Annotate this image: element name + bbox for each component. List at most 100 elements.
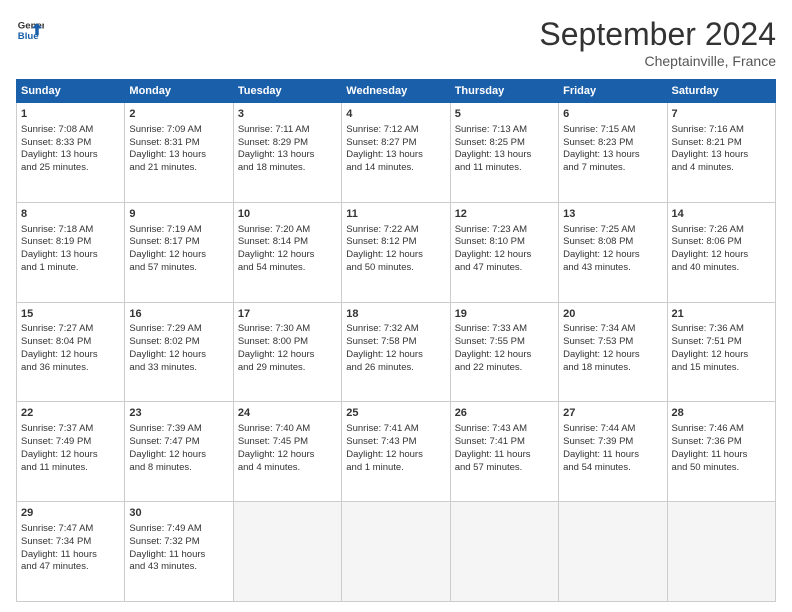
cell-text: Daylight: 12 hours [238,249,337,262]
cell-text: Sunrise: 7:44 AM [563,423,662,436]
day-number: 18 [346,307,445,322]
day-number: 25 [346,406,445,421]
calendar-cell: 29Sunrise: 7:47 AMSunset: 7:34 PMDayligh… [17,502,125,602]
day-number: 17 [238,307,337,322]
cell-text: Sunset: 7:51 PM [672,336,771,349]
day-number: 10 [238,207,337,222]
day-number: 3 [238,107,337,122]
cell-text: Sunrise: 7:40 AM [238,423,337,436]
cell-text: Daylight: 12 hours [346,249,445,262]
cell-text: Daylight: 13 hours [346,149,445,162]
cell-text: and 47 minutes. [455,262,554,275]
cell-text: Daylight: 12 hours [672,349,771,362]
week-row: 22Sunrise: 7:37 AMSunset: 7:49 PMDayligh… [17,402,776,502]
calendar-cell: 7Sunrise: 7:16 AMSunset: 8:21 PMDaylight… [667,103,775,203]
day-number: 19 [455,307,554,322]
cell-text: Sunrise: 7:22 AM [346,224,445,237]
cell-text: Sunrise: 7:37 AM [21,423,120,436]
cell-text: Sunset: 7:55 PM [455,336,554,349]
logo-icon: General Blue [16,16,44,44]
day-number: 30 [129,506,228,521]
calendar-cell: 9Sunrise: 7:19 AMSunset: 8:17 PMDaylight… [125,202,233,302]
cell-text: and 57 minutes. [129,262,228,275]
day-number: 13 [563,207,662,222]
cell-text: Sunset: 8:31 PM [129,137,228,150]
cell-text: and 47 minutes. [21,561,120,574]
calendar-cell: 5Sunrise: 7:13 AMSunset: 8:25 PMDaylight… [450,103,558,203]
svg-text:General: General [18,20,44,31]
cell-text: Sunrise: 7:19 AM [129,224,228,237]
cell-text: Sunset: 8:19 PM [21,236,120,249]
cell-text: and 1 minute. [346,462,445,475]
col-header-monday: Monday [125,80,233,103]
cell-text: and 25 minutes. [21,162,120,175]
cell-text: Sunset: 8:21 PM [672,137,771,150]
day-number: 2 [129,107,228,122]
calendar-cell: 15Sunrise: 7:27 AMSunset: 8:04 PMDayligh… [17,302,125,402]
calendar-cell: 22Sunrise: 7:37 AMSunset: 7:49 PMDayligh… [17,402,125,502]
cell-text: Sunrise: 7:49 AM [129,523,228,536]
day-number: 11 [346,207,445,222]
calendar-cell: 28Sunrise: 7:46 AMSunset: 7:36 PMDayligh… [667,402,775,502]
calendar-cell: 17Sunrise: 7:30 AMSunset: 8:00 PMDayligh… [233,302,341,402]
day-number: 23 [129,406,228,421]
day-number: 26 [455,406,554,421]
cell-text: Daylight: 13 hours [455,149,554,162]
cell-text: Sunrise: 7:47 AM [21,523,120,536]
cell-text: Daylight: 12 hours [346,449,445,462]
cell-text: Sunrise: 7:41 AM [346,423,445,436]
calendar-cell: 20Sunrise: 7:34 AMSunset: 7:53 PMDayligh… [559,302,667,402]
cell-text: Sunset: 7:41 PM [455,436,554,449]
cell-text: Daylight: 13 hours [129,149,228,162]
cell-text: Daylight: 12 hours [672,249,771,262]
cell-text: Sunrise: 7:16 AM [672,124,771,137]
cell-text: Sunrise: 7:20 AM [238,224,337,237]
calendar-cell: 3Sunrise: 7:11 AMSunset: 8:29 PMDaylight… [233,103,341,203]
cell-text: Sunset: 8:04 PM [21,336,120,349]
calendar-cell [559,502,667,602]
calendar-cell: 27Sunrise: 7:44 AMSunset: 7:39 PMDayligh… [559,402,667,502]
cell-text: Daylight: 11 hours [455,449,554,462]
cell-text: and 57 minutes. [455,462,554,475]
cell-text: and 4 minutes. [238,462,337,475]
month-title: September 2024 [539,16,776,53]
cell-text: Daylight: 12 hours [21,449,120,462]
day-number: 4 [346,107,445,122]
calendar-cell: 8Sunrise: 7:18 AMSunset: 8:19 PMDaylight… [17,202,125,302]
cell-text: Sunrise: 7:09 AM [129,124,228,137]
cell-text: Sunset: 8:06 PM [672,236,771,249]
day-number: 1 [21,107,120,122]
cell-text: Sunrise: 7:32 AM [346,323,445,336]
calendar-cell: 21Sunrise: 7:36 AMSunset: 7:51 PMDayligh… [667,302,775,402]
cell-text: Daylight: 13 hours [21,249,120,262]
cell-text: and 1 minute. [21,262,120,275]
calendar-cell: 12Sunrise: 7:23 AMSunset: 8:10 PMDayligh… [450,202,558,302]
cell-text: Sunrise: 7:46 AM [672,423,771,436]
cell-text: Sunrise: 7:27 AM [21,323,120,336]
calendar-table: SundayMondayTuesdayWednesdayThursdayFrid… [16,79,776,602]
cell-text: Daylight: 12 hours [238,349,337,362]
cell-text: and 43 minutes. [129,561,228,574]
day-number: 8 [21,207,120,222]
title-block: September 2024 Cheptainville, France [539,16,776,69]
cell-text: and 43 minutes. [563,262,662,275]
col-header-thursday: Thursday [450,80,558,103]
day-number: 5 [455,107,554,122]
cell-text: Sunset: 7:43 PM [346,436,445,449]
cell-text: Sunset: 7:53 PM [563,336,662,349]
calendar-cell: 1Sunrise: 7:08 AMSunset: 8:33 PMDaylight… [17,103,125,203]
cell-text: Sunset: 7:45 PM [238,436,337,449]
cell-text: Daylight: 13 hours [21,149,120,162]
calendar-cell [342,502,450,602]
cell-text: Sunset: 8:23 PM [563,137,662,150]
cell-text: and 36 minutes. [21,362,120,375]
cell-text: Sunrise: 7:23 AM [455,224,554,237]
cell-text: Sunrise: 7:39 AM [129,423,228,436]
day-number: 29 [21,506,120,521]
day-number: 27 [563,406,662,421]
day-number: 12 [455,207,554,222]
day-number: 28 [672,406,771,421]
cell-text: Sunset: 8:17 PM [129,236,228,249]
logo: General Blue [16,16,44,44]
cell-text: and 14 minutes. [346,162,445,175]
